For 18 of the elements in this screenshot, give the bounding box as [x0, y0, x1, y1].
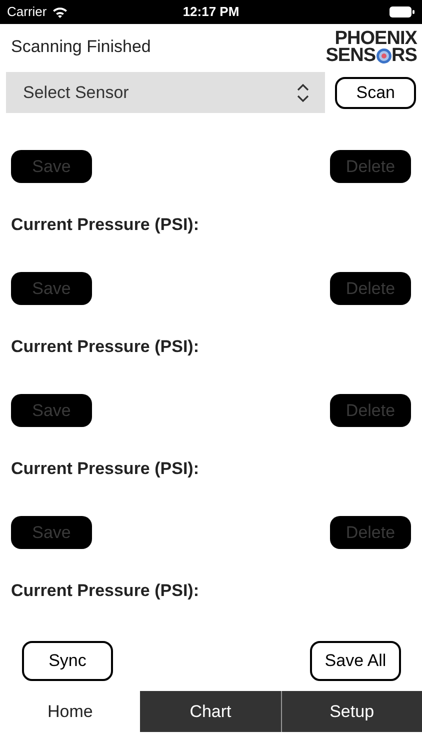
tab[interactable]: Chart [140, 691, 281, 732]
carrier-label: Carrier [7, 3, 47, 22]
target-icon [376, 48, 392, 64]
wifi-icon [52, 6, 68, 18]
sensor-select[interactable]: Select Sensor [6, 72, 326, 113]
chevron-up-down-icon [297, 82, 310, 102]
save-all-button[interactable]: Save All [310, 641, 401, 681]
pressure-label: Current Pressure (PSI): [10, 336, 200, 358]
scan-button[interactable]: Scan [335, 76, 416, 108]
pressure-label: Current Pressure (PSI): [10, 458, 200, 480]
clock: 12:17 PM [182, 3, 240, 22]
pressure-label: Current Pressure (PSI): [10, 214, 200, 236]
scan-status: Scanning Finished [11, 36, 151, 58]
tab[interactable]: Setup [280, 691, 422, 732]
pressure-label: Current Pressure (PSI): [10, 580, 200, 602]
logo: PHOENIX SENS RS [326, 30, 417, 64]
battery-icon [389, 6, 415, 18]
sync-button[interactable]: Sync [22, 641, 113, 681]
